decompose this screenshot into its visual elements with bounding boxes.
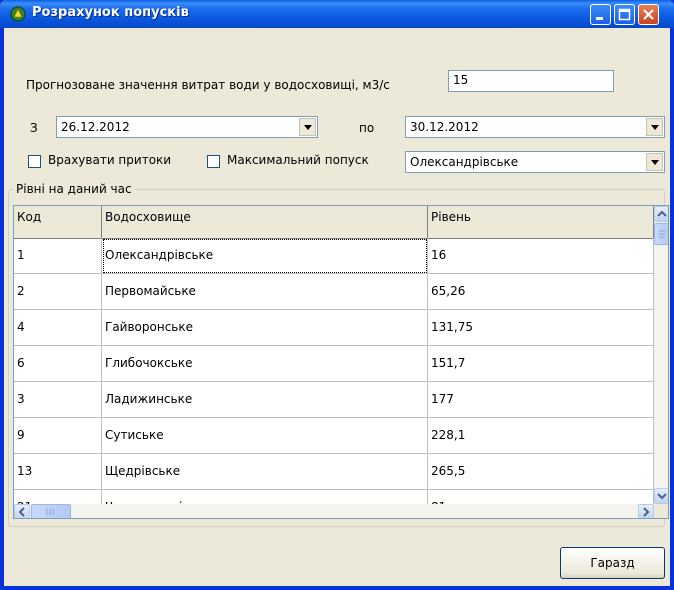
cell-code[interactable]: 13 <box>14 454 102 490</box>
column-header-code[interactable]: Код <box>14 206 102 238</box>
cell-reservoir[interactable]: Первомайське <box>102 274 428 310</box>
cell-code[interactable]: 3 <box>14 382 102 418</box>
grip-icon <box>659 230 665 238</box>
from-label: З <box>30 121 38 135</box>
scroll-up-button[interactable] <box>654 206 668 222</box>
chevron-down-icon[interactable] <box>646 153 663 171</box>
table-row[interactable]: 6 Глибочокське 151,7 <box>14 346 654 382</box>
table-row[interactable]: 2 Первомайське 65,26 <box>14 274 654 310</box>
chevron-down-icon <box>657 493 667 500</box>
inflow-checkbox[interactable] <box>28 155 41 168</box>
cell-level[interactable]: 65,26 <box>428 274 654 310</box>
to-date-value: 30.12.2012 <box>410 120 479 134</box>
levels-table[interactable]: Код Водосховище Рівень 1 Олександрівське… <box>13 205 669 519</box>
cell-code[interactable]: 1 <box>14 238 102 274</box>
cell-code[interactable]: 4 <box>14 310 102 346</box>
close-button[interactable] <box>638 4 659 25</box>
inflow-label: Врахувати притоки <box>48 153 172 167</box>
cell-reservoir[interactable]: Глибочокське <box>102 346 428 382</box>
from-date-picker[interactable]: 26.12.2012 <box>56 116 318 138</box>
table-row[interactable]: 1 Олександрівське 16 <box>14 238 654 274</box>
column-header-level[interactable]: Рівень <box>428 206 654 238</box>
cell-code[interactable]: 6 <box>14 346 102 382</box>
title-bar[interactable]: Розрахунок попусків <box>0 0 674 28</box>
cell-level[interactable]: 265,5 <box>428 454 654 490</box>
to-label: по <box>359 121 375 135</box>
chevron-up-icon <box>657 210 667 217</box>
chevron-down-icon[interactable] <box>299 118 316 136</box>
forecast-input[interactable]: 15 <box>448 70 614 92</box>
table-row[interactable]: 9 Сутиське 228,1 <box>14 418 654 454</box>
ok-button[interactable]: Гаразд <box>560 547 665 579</box>
vertical-scrollbar[interactable] <box>654 206 668 504</box>
cell-reservoir[interactable]: Сутиське <box>102 418 428 454</box>
from-date-value: 26.12.2012 <box>61 120 130 134</box>
chevron-right-icon <box>643 507 650 517</box>
chevron-down-icon[interactable] <box>646 118 663 136</box>
scrollbar-corner <box>654 504 668 518</box>
horizontal-scrollbar[interactable] <box>14 504 654 518</box>
table-row[interactable]: 3 Ладижинське 177 <box>14 382 654 418</box>
vertical-scroll-thumb[interactable] <box>654 223 668 245</box>
cell-reservoir[interactable]: Олександрівське <box>102 238 428 274</box>
cell-level[interactable]: 177 <box>428 382 654 418</box>
max-release-checkbox[interactable] <box>207 155 220 168</box>
minimize-button[interactable] <box>590 4 611 25</box>
cell-level[interactable]: 228,1 <box>428 418 654 454</box>
table-row[interactable]: 13 Щедрівське 265,5 <box>14 454 654 490</box>
cell-reservoir[interactable]: Щедрівське <box>102 454 428 490</box>
scroll-left-button[interactable] <box>14 504 30 518</box>
maximize-button[interactable] <box>614 4 635 25</box>
table-row[interactable]: 4 Гайворонське 131,75 <box>14 310 654 346</box>
cell-code[interactable]: 2 <box>14 274 102 310</box>
horizontal-scroll-thumb[interactable] <box>31 504 71 518</box>
scroll-down-button[interactable] <box>654 488 668 504</box>
table-header: Код Водосховище Рівень <box>14 206 654 239</box>
cell-reservoir[interactable]: Ладижинське <box>102 382 428 418</box>
forecast-label: Прогнозоване значення витрат води у водо… <box>26 78 390 92</box>
reservoir-select[interactable]: Олександрівське <box>405 151 665 173</box>
cell-reservoir[interactable]: Гайворонське <box>102 310 428 346</box>
cell-level[interactable]: 16 <box>428 238 654 274</box>
max-release-label: Максимальний попуск <box>227 153 369 167</box>
reservoir-selected-value: Олександрівське <box>410 155 519 169</box>
window-title: Розрахунок попусків <box>32 5 189 20</box>
to-date-picker[interactable]: 30.12.2012 <box>405 116 665 138</box>
grip-icon <box>46 509 54 515</box>
scroll-right-button[interactable] <box>638 504 654 518</box>
cell-code[interactable]: 9 <box>14 418 102 454</box>
column-header-reservoir[interactable]: Водосховище <box>102 206 428 238</box>
cell-level[interactable]: 151,7 <box>428 346 654 382</box>
chevron-left-icon <box>18 507 25 517</box>
app-icon <box>10 6 26 22</box>
cell-level[interactable]: 131,75 <box>428 310 654 346</box>
levels-group-title: Рівні на даний час <box>14 182 134 196</box>
